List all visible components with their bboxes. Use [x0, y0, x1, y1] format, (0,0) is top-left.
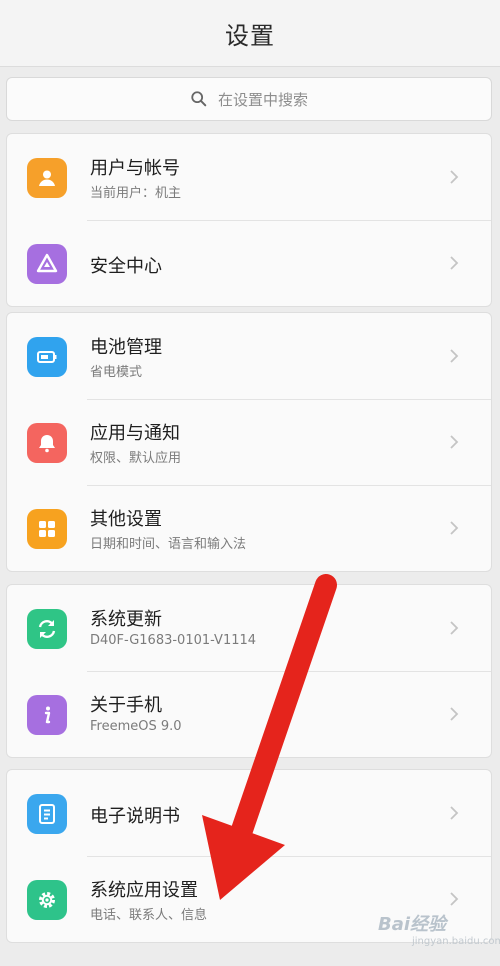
info-icon: [27, 695, 67, 735]
search-input[interactable]: 在设置中搜索: [6, 77, 492, 121]
refresh-icon: [27, 609, 67, 649]
gear-icon: [27, 880, 67, 920]
settings-item-label: 其他设置: [90, 509, 162, 530]
top-bar: 设置: [0, 0, 500, 67]
settings-item-label: 应用与通知: [90, 423, 180, 444]
settings-item-apps-notifications[interactable]: 应用与通知 权限、默认应用: [7, 399, 491, 485]
settings-item-other-settings[interactable]: 其他设置 日期和时间、语言和输入法: [7, 485, 491, 571]
bell-icon: [27, 423, 67, 463]
chevron-right-icon: [450, 435, 459, 449]
chevron-right-icon: [450, 806, 459, 820]
search-placeholder: 在设置中搜索: [217, 90, 308, 109]
settings-group-device: 电池管理 省电模式 应用与通知 权限、默认应用 其他设置 日期和时间、语言和输入…: [6, 312, 492, 572]
manual-icon: [27, 794, 67, 834]
settings-item-label: 关于手机: [90, 695, 162, 716]
watermark-logo: Bai经验: [378, 914, 447, 935]
settings-item-system-update[interactable]: 系统更新 D40F-G1683-0101-V1114: [7, 585, 491, 671]
grid-icon: [27, 509, 67, 549]
settings-item-subtitle: D40F-G1683-0101-V1114: [90, 633, 257, 648]
settings-item-subtitle: 电话、联系人、信息: [90, 908, 208, 923]
battery-icon: [27, 337, 67, 377]
settings-group-system: 系统更新 D40F-G1683-0101-V1114 关于手机 FreemeOS…: [6, 584, 492, 758]
settings-item-subtitle: 权限、默认应用: [90, 451, 182, 466]
settings-item-label: 电子说明书: [90, 806, 180, 827]
settings-item-label: 系统更新: [90, 609, 162, 630]
settings-item-label: 电池管理: [90, 337, 162, 358]
settings-item-label: 系统应用设置: [90, 880, 198, 901]
chevron-right-icon: [450, 521, 459, 535]
settings-item-e-manual[interactable]: 电子说明书: [7, 770, 491, 856]
chevron-right-icon: [450, 256, 459, 270]
settings-item-about-phone[interactable]: 关于手机 FreemeOS 9.0: [7, 671, 491, 757]
settings-item-security-center[interactable]: 安全中心: [7, 220, 491, 306]
search-icon: [191, 91, 207, 107]
chevron-right-icon: [450, 170, 459, 184]
settings-item-subtitle: 日期和时间、语言和输入法: [90, 537, 247, 552]
settings-item-subtitle: 当前用户：机主: [90, 186, 182, 201]
settings-item-battery[interactable]: 电池管理 省电模式: [7, 313, 491, 399]
chevron-right-icon: [450, 349, 459, 363]
settings-item-label: 安全中心: [90, 256, 162, 277]
page-title: 设置: [225, 21, 275, 50]
settings-item-user-account[interactable]: 用户与帐号 当前用户：机主: [7, 134, 491, 220]
settings-group-account: 用户与帐号 当前用户：机主 安全中心: [6, 133, 492, 307]
user-icon: [27, 158, 67, 198]
chevron-right-icon: [450, 707, 459, 721]
shield-icon: [27, 244, 67, 284]
chevron-right-icon: [450, 621, 459, 635]
settings-item-label: 用户与帐号: [90, 158, 180, 179]
chevron-right-icon: [450, 892, 459, 906]
watermark-url: jingyan.baidu.com: [412, 936, 500, 947]
settings-item-subtitle: 省电模式: [90, 365, 143, 380]
settings-item-subtitle: FreemeOS 9.0: [90, 719, 182, 734]
